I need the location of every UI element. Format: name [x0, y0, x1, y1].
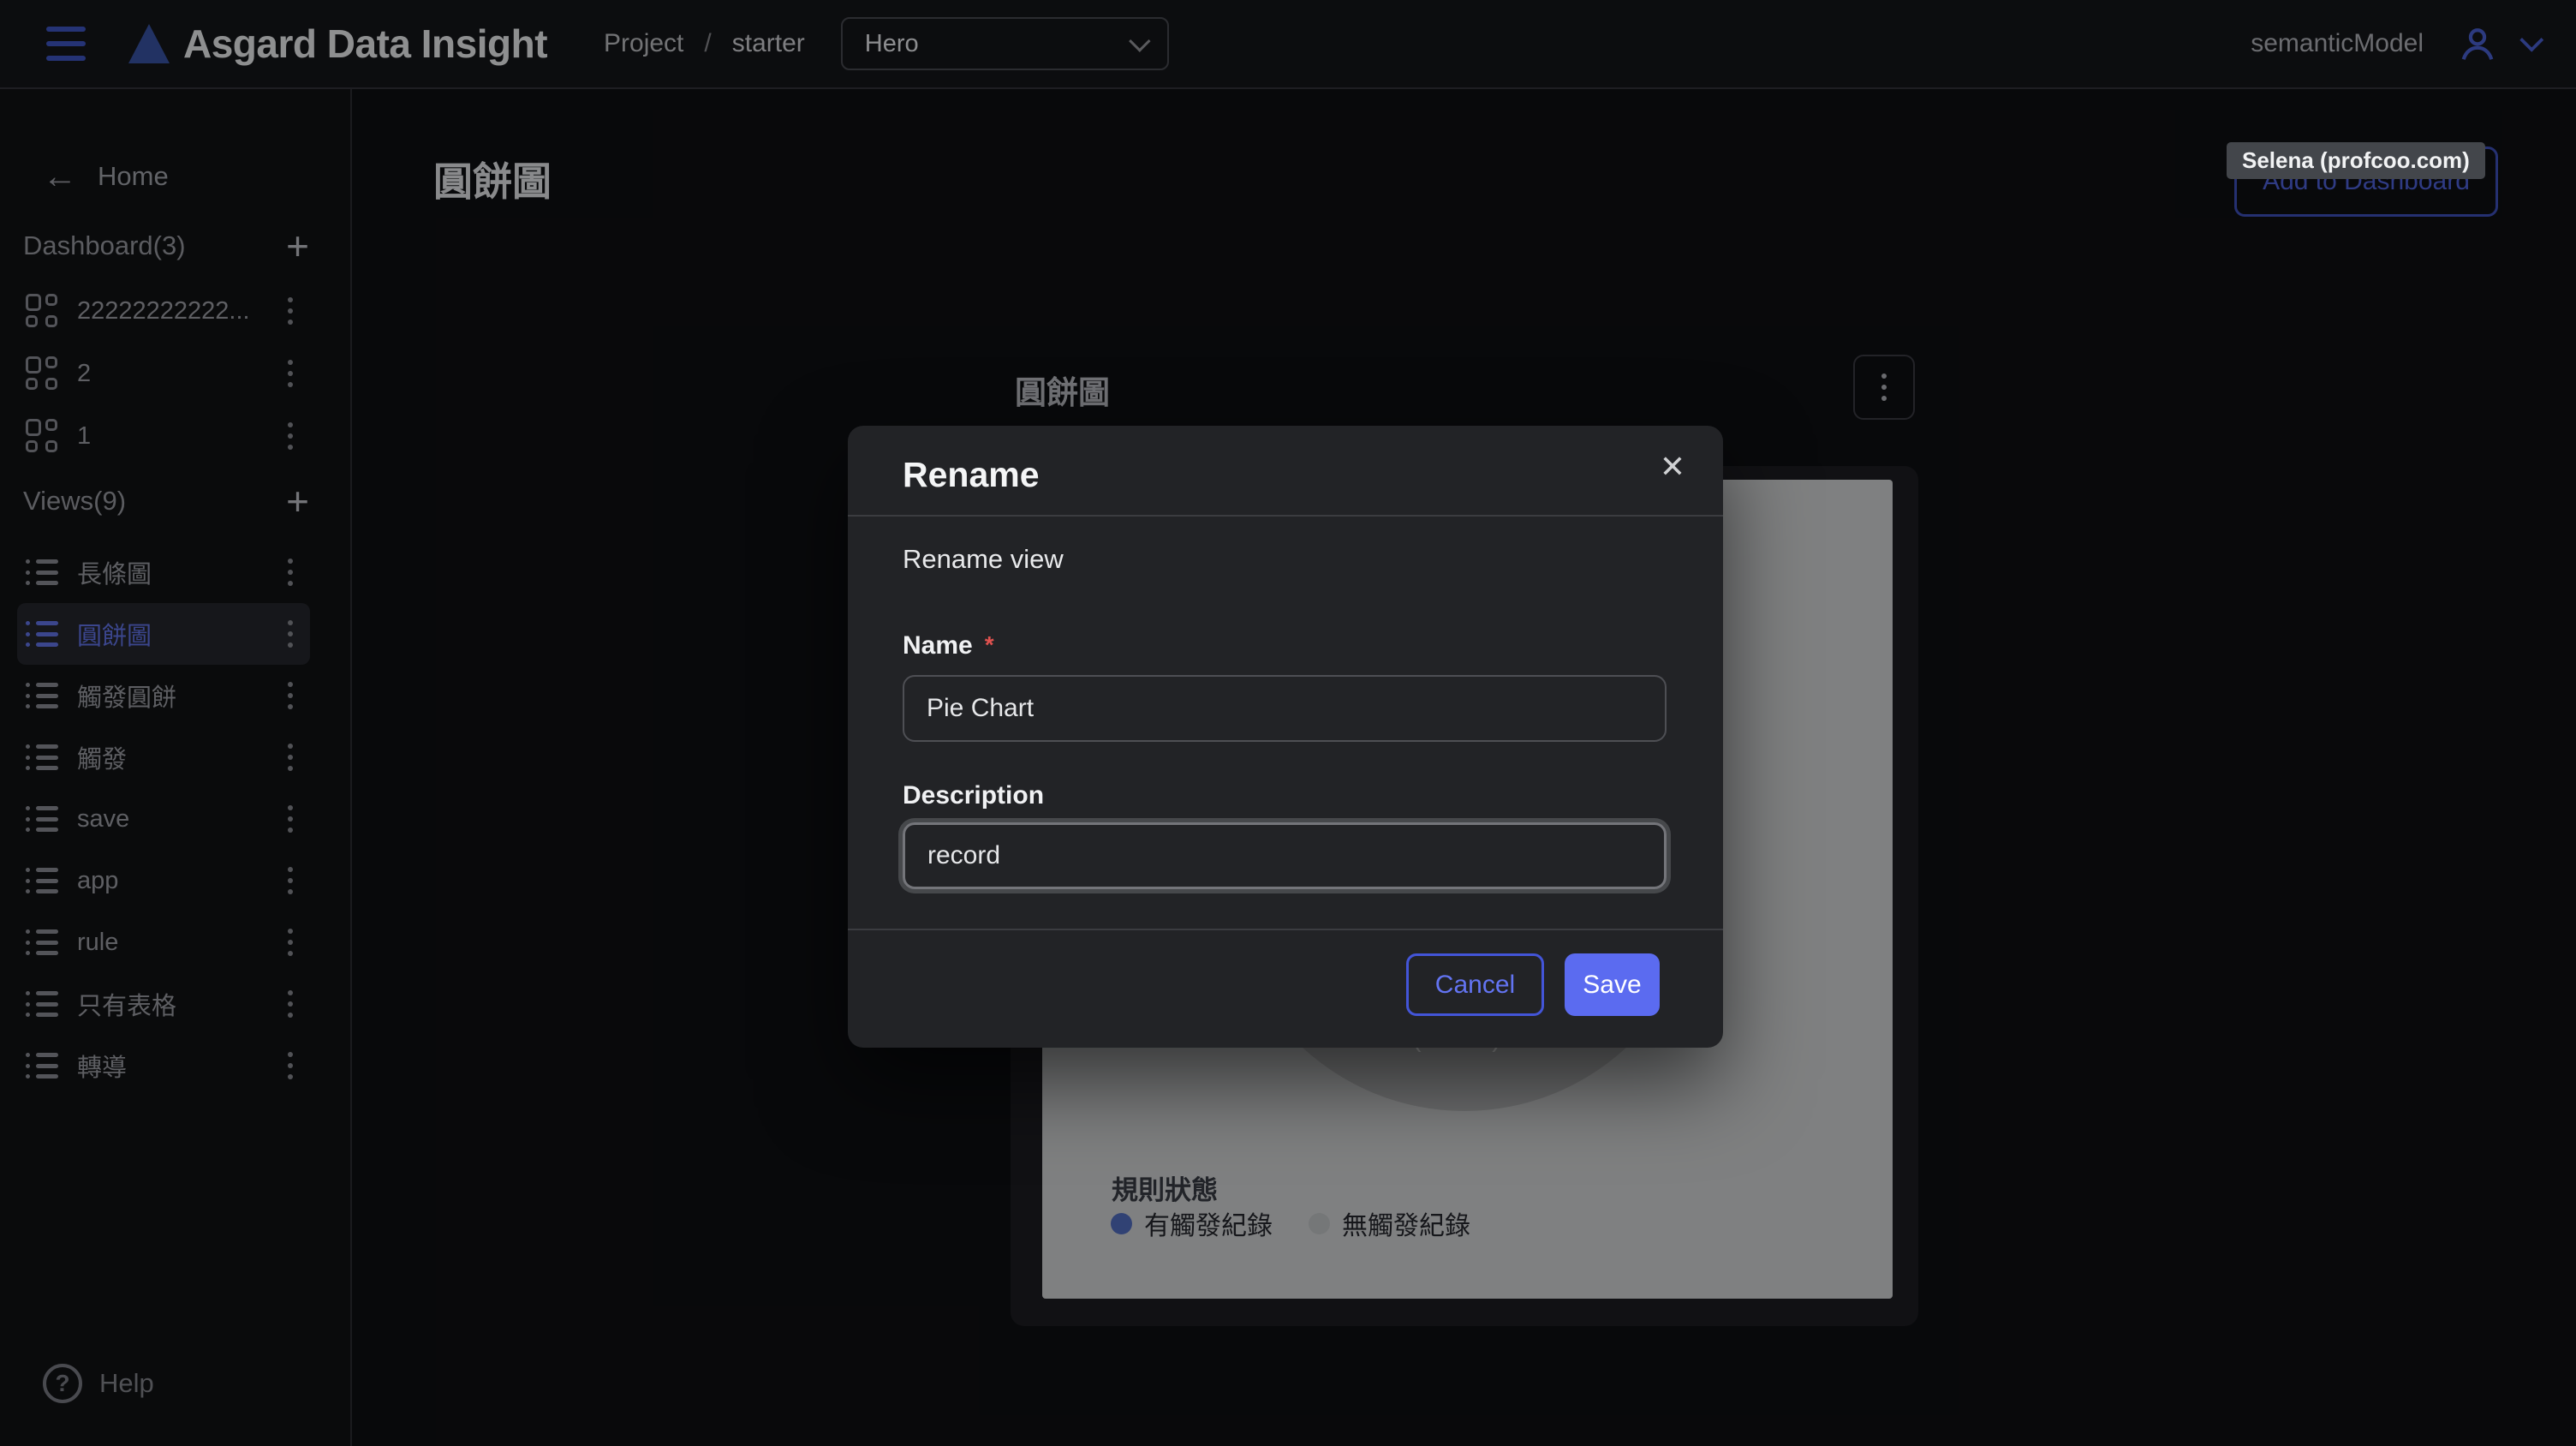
rename-dialog: Rename ✕ Rename view Name * Description … [848, 426, 1723, 1048]
divider [848, 515, 1723, 517]
save-button[interactable]: Save [1565, 953, 1660, 1016]
description-field-label: Description [903, 781, 1044, 810]
name-field-label: Name [903, 631, 973, 660]
dialog-subtitle: Rename view [903, 544, 1064, 575]
app-root: Asgard Data Insight Project / starter He… [0, 0, 2576, 1446]
user-tooltip: Selena (profcoo.com) [2227, 142, 2485, 179]
name-field-label-row: Name * [903, 631, 994, 660]
name-input[interactable] [903, 675, 1667, 742]
required-marker: * [985, 631, 994, 659]
dialog-title: Rename [903, 455, 1040, 495]
description-input[interactable] [903, 822, 1667, 889]
cancel-button[interactable]: Cancel [1406, 953, 1544, 1016]
close-icon[interactable]: ✕ [1660, 451, 1685, 482]
divider [848, 929, 1723, 930]
description-field-label-row: Description [903, 781, 1044, 810]
